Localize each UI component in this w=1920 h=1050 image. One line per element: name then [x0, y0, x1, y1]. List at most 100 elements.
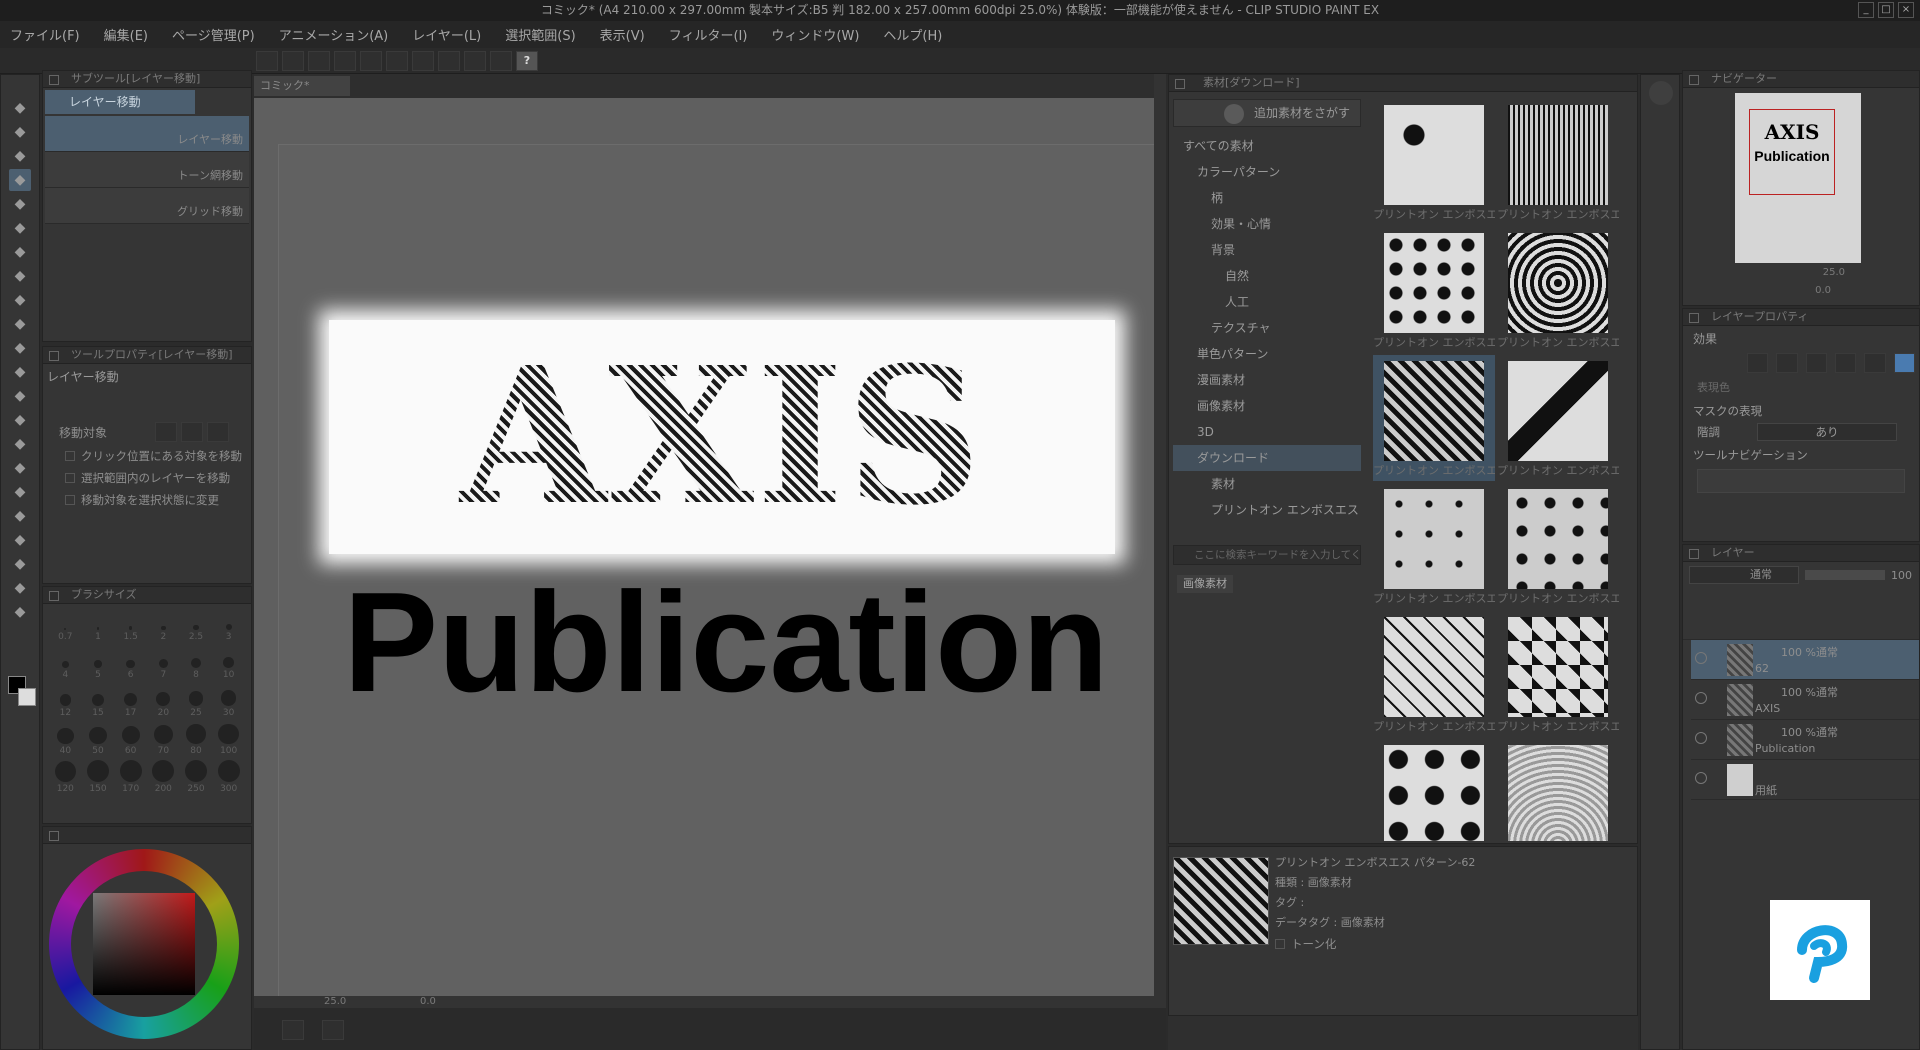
menu-item-4[interactable]: レイヤー(L) [412, 25, 481, 44]
move-icon[interactable]: ◆ [9, 169, 31, 191]
subtool-item-0[interactable]: レイヤー移動 [45, 116, 249, 152]
tree-item[interactable]: 単色パターン [1173, 341, 1361, 367]
maximize-icon[interactable]: □ [1878, 2, 1894, 18]
hue-ring[interactable] [49, 849, 239, 1039]
color-swatch[interactable] [8, 676, 36, 712]
menu-item-5[interactable]: 選択範囲(S) [505, 25, 575, 44]
eye-icon[interactable] [1695, 652, 1707, 664]
tone-effect-icon[interactable] [1805, 353, 1827, 373]
line-correction-icon[interactable]: ◆ [9, 601, 31, 623]
lasso-icon[interactable]: ◆ [9, 217, 31, 239]
brush-icon[interactable]: ◆ [9, 313, 31, 335]
minimize-icon[interactable]: _ [1858, 2, 1874, 18]
opacity-slider[interactable] [1805, 570, 1885, 580]
tone-checkbox[interactable]: トーン化 [1275, 933, 1475, 955]
menu-item-8[interactable]: ウィンドウ(W) [771, 25, 859, 44]
subtool-tab[interactable]: レイヤー移動 [45, 90, 195, 114]
brush-size-cell[interactable]: 60 [116, 722, 145, 756]
snap-grid-icon[interactable] [490, 51, 512, 71]
eye-icon[interactable] [1695, 692, 1707, 704]
menu-item-7[interactable]: フィルター(I) [669, 25, 748, 44]
brush-size-cell[interactable]: 170 [116, 760, 145, 794]
tree-item[interactable]: 背景 [1173, 237, 1361, 263]
material-thumb[interactable]: プリントオン エンボスエス パター [1373, 227, 1495, 353]
canvas-viewport[interactable]: AXIS Publication [254, 98, 1158, 1044]
brush-size-cell[interactable]: 0.7 [51, 608, 80, 642]
tree-item[interactable]: テクスチャ [1173, 315, 1361, 341]
menu-item-2[interactable]: ページ管理(P) [172, 25, 255, 44]
brush-size-cell[interactable]: 1.5 [116, 608, 145, 642]
sub-color[interactable] [18, 688, 36, 706]
material-thumb[interactable]: プリントオン エンボスエス パター [1373, 483, 1495, 609]
pen-icon[interactable]: ◆ [9, 265, 31, 287]
brush-size-cell[interactable]: 8 [182, 646, 211, 680]
brush-size-cell[interactable]: 17 [116, 684, 145, 718]
brush-size-cell[interactable]: 6 [116, 646, 145, 680]
option-checkbox-1[interactable]: 選択範囲内のレイヤーを移動 [43, 467, 251, 489]
tree-item[interactable]: ダウンロード [1173, 445, 1361, 471]
canvas-zoom[interactable]: 25.0 [324, 996, 346, 1007]
brush-size-cell[interactable]: 7 [149, 646, 178, 680]
decoration-icon[interactable]: ◆ [9, 361, 31, 383]
text-icon[interactable]: ◆ [9, 553, 31, 575]
tree-item[interactable]: 柄 [1173, 185, 1361, 211]
brush-size-cell[interactable]: 70 [149, 722, 178, 756]
tree-item[interactable]: 3D [1173, 419, 1361, 445]
brush-size-cell[interactable]: 2.5 [182, 608, 211, 642]
tree-item[interactable]: プリントオン エンボスエス パ [1173, 497, 1361, 523]
blend-mode-select[interactable]: 通常 [1689, 566, 1799, 584]
material-thumb[interactable]: プリントオン エンボスエス パター [1497, 99, 1619, 225]
camera-icon[interactable] [322, 1020, 344, 1040]
search-more-button[interactable]: 追加素材をさがす [1173, 99, 1361, 127]
layer-color-icon[interactable] [1893, 353, 1915, 373]
menu-item-6[interactable]: 表示(V) [600, 25, 645, 44]
brush-size-cell[interactable]: 20 [149, 684, 178, 718]
saturation-value-box[interactable] [93, 893, 195, 995]
brush-size-cell[interactable]: 200 [149, 760, 178, 794]
option-checkbox-2[interactable]: 移動対象を選択状態に変更 [43, 489, 251, 511]
material-thumb[interactable]: プリントオン エンボスエス パター [1497, 739, 1619, 841]
select-icon[interactable]: ◆ [9, 193, 31, 215]
layer-row[interactable]: 100 %通常 AXIS [1691, 680, 1919, 720]
layer-row[interactable]: 用紙 [1691, 760, 1919, 800]
rotate-icon[interactable]: ◆ [9, 145, 31, 167]
brush-size-cell[interactable]: 12 [51, 684, 80, 718]
material-thumb[interactable]: プリントオン エンボスエス パター [1497, 355, 1619, 481]
canvas-tab[interactable]: コミック* [254, 76, 350, 96]
brush-size-cell[interactable]: 250 [182, 760, 211, 794]
close-icon[interactable]: × [1898, 2, 1914, 18]
brush-size-cell[interactable]: 30 [214, 684, 243, 718]
canvas-angle[interactable]: 0.0 [420, 996, 436, 1007]
airbrush-icon[interactable]: ◆ [9, 337, 31, 359]
navigator-zoom[interactable]: 25.0 [1687, 267, 1915, 283]
subtool-item-1[interactable]: トーン網移動 [45, 152, 249, 188]
clip-studio-icon[interactable] [256, 51, 278, 71]
tree-item[interactable]: すべての素材 [1173, 133, 1361, 159]
material-thumb[interactable]: プリントオン エンボスエス パター [1373, 611, 1495, 737]
layer-row[interactable]: 100 %通常 62 [1691, 640, 1919, 680]
layer-row[interactable]: 100 %通常 Publication [1691, 720, 1919, 760]
balloon-icon[interactable]: ◆ [9, 577, 31, 599]
search-input[interactable]: ここに検索キーワードを入力してください [1173, 545, 1361, 565]
tree-item[interactable]: 漫画素材 [1173, 367, 1361, 393]
snap-ruler-icon[interactable] [464, 51, 486, 71]
brush-size-cell[interactable]: 50 [84, 722, 113, 756]
fill-selection-icon[interactable] [438, 51, 460, 71]
menu-item-1[interactable]: 編集(E) [104, 25, 148, 44]
brush-size-cell[interactable]: 3 [214, 608, 243, 642]
eraser-icon[interactable]: ◆ [9, 385, 31, 407]
new-file-icon[interactable] [282, 51, 304, 71]
eye-icon[interactable] [1695, 732, 1707, 744]
canvas-scrollbar-vertical[interactable] [1154, 74, 1166, 998]
material-thumb[interactable]: プリントオン エンボスエス パター [1373, 99, 1495, 225]
pattern-icon[interactable] [1864, 353, 1886, 373]
brush-size-cell[interactable]: 80 [182, 722, 211, 756]
brush-size-cell[interactable]: 10 [214, 646, 243, 680]
redo-icon[interactable] [386, 51, 408, 71]
figure-icon[interactable]: ◆ [9, 481, 31, 503]
ruler-icon[interactable]: ◆ [9, 529, 31, 551]
tree-item[interactable]: 画像素材 [1173, 393, 1361, 419]
brush-size-cell[interactable]: 2 [149, 608, 178, 642]
brush-size-cell[interactable]: 300 [214, 760, 243, 794]
tree-item[interactable]: カラーパターン [1173, 159, 1361, 185]
